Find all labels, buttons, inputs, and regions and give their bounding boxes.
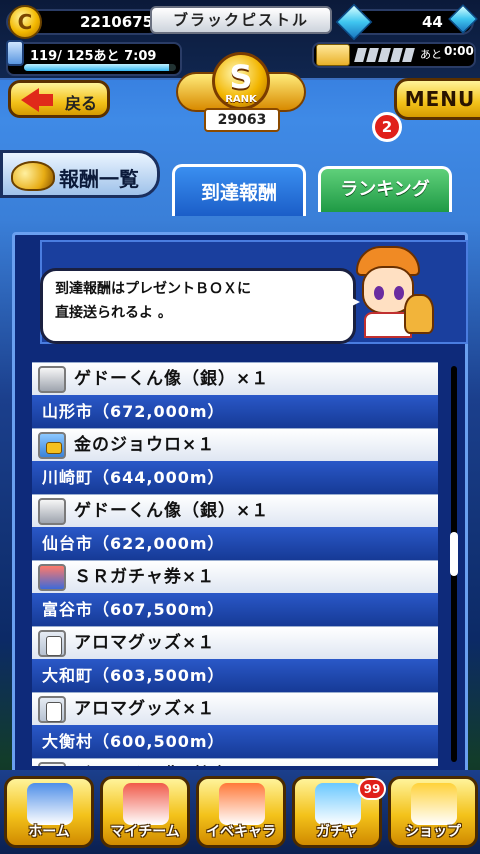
nav-label: ガチャ [316, 824, 358, 840]
shop-icon [411, 783, 457, 825]
back-label: 戻る [65, 94, 98, 113]
aroma-icon [38, 696, 66, 723]
stamina-fill [24, 64, 169, 71]
nav-button-2[interactable]: イベキャラ [196, 776, 286, 848]
stamina-bar [24, 64, 176, 71]
guide-character-avatar [352, 244, 434, 340]
milestone-header: 川崎町（644,000m） [32, 461, 438, 494]
ticket-icon [38, 564, 66, 591]
eye-icon [374, 286, 384, 300]
event-character-icon [219, 783, 265, 825]
gacha-count-badge: 99 [358, 778, 386, 800]
watering-icon [38, 432, 66, 459]
ticket-gauge-segment [390, 48, 403, 62]
aroma-icon [38, 630, 66, 657]
nav-button-1[interactable]: マイチーム [100, 776, 190, 848]
reward-label: ゲドーくん像（銀）×１ [74, 765, 269, 766]
message-line-2: 直接送られるよ 。 [55, 305, 172, 321]
nav-button-4[interactable]: ショップ [388, 776, 478, 848]
eye-icon [394, 286, 404, 300]
ticket-gauge-segment [402, 48, 415, 62]
home-book-icon [27, 783, 73, 825]
milestone-header: 仙台市（622,000m） [32, 527, 438, 560]
reward-item-row: 金のジョウロ×１ [32, 428, 438, 461]
ticket-label: あと [420, 48, 442, 61]
statue-icon [38, 366, 66, 393]
coin-value: 2210675 [80, 13, 154, 31]
reward-item-row: アロマグッズ×１ [32, 626, 438, 659]
reward-list-button[interactable]: 報酬一覧 [0, 150, 160, 198]
reward-label: ＳＲガチャ券×１ [74, 567, 216, 587]
reward-label: ゲドーくん像（銀）×１ [74, 501, 270, 521]
statue-icon [38, 498, 66, 525]
scrollbar-thumb[interactable] [450, 532, 458, 576]
dog-icon [404, 294, 434, 334]
milestone-header: 富谷市（607,500m） [32, 593, 438, 626]
stamina-text: 119/ 125あと 7:09 [30, 49, 157, 64]
list-fade [32, 346, 438, 362]
milestone-header: 山形市（672,000m） [32, 395, 438, 428]
tab-ranking[interactable]: ランキング [318, 166, 452, 212]
nav-label: ショップ [405, 824, 461, 840]
reward-item-row: ゲドーくん像（銀）×１ [32, 494, 438, 527]
coin-stack-icon [11, 161, 55, 191]
reward-label: ゲドーくん像（銀）×１ [74, 369, 270, 389]
milestone-header: 大衡村（600,500m） [32, 725, 438, 758]
nav-button-0[interactable]: ホーム [4, 776, 94, 848]
ticket-gauge-segment [378, 48, 391, 62]
menu-button[interactable]: MENU [394, 78, 480, 120]
nav-label: ホーム [28, 824, 70, 840]
nav-label: イベキャラ [206, 824, 276, 840]
back-button[interactable]: 戻る [8, 80, 110, 118]
player-name: ブラックピストル [150, 6, 332, 34]
gacha-capsule-icon [315, 783, 361, 825]
tab-reach-rewards[interactable]: 到達報酬 [172, 164, 306, 216]
reward-item-row: ゲドーくん像（銀）×１ [32, 758, 438, 766]
reward-item-row: アロマグッズ×１ [32, 692, 438, 725]
statue-icon [38, 762, 66, 766]
ticket-gauge-segment [366, 48, 379, 62]
back-arrow-tail [37, 94, 53, 106]
speech-bubble: 到達報酬はプレゼントＢＯＸに 直接送られるよ 。 [40, 268, 356, 344]
reward-item-row: ゲドーくん像（銀）×１ [32, 362, 438, 395]
team-icon [123, 783, 169, 825]
milestone-label: 大和町（603,500m） [42, 666, 225, 685]
reward-label: 金のジョウロ×１ [74, 435, 216, 455]
ticket-icon [316, 44, 350, 66]
stamina-bottle-icon [6, 40, 24, 66]
milestone-header: 大和町（603,500m） [32, 659, 438, 692]
reward-list-label: 報酬一覧 [59, 167, 139, 191]
gem-value: 44 [422, 13, 443, 31]
milestone-label: 川崎町（644,000m） [42, 468, 225, 487]
reward-label: アロマグッズ×１ [74, 633, 216, 653]
menu-notification-badge: 2 [372, 112, 402, 142]
rank-score: 29063 [204, 108, 280, 132]
milestone-label: 仙台市（622,000m） [42, 534, 225, 553]
reward-item-row: ＳＲガチャ券×１ [32, 560, 438, 593]
nav-label: マイチーム [110, 824, 180, 840]
message-line-1: 到達報酬はプレゼントＢＯＸに [55, 281, 251, 297]
rank-word: RANK [225, 94, 257, 105]
coin-icon: C [8, 5, 42, 39]
ticket-gauge [354, 48, 415, 62]
milestone-label: 富谷市（607,500m） [42, 600, 225, 619]
milestone-label: 山形市（672,000m） [42, 402, 225, 421]
milestone-label: 大衡村（600,500m） [42, 732, 225, 751]
reward-label: アロマグッズ×１ [74, 699, 216, 719]
ticket-gauge-segment [354, 48, 367, 62]
rank-emblem[interactable]: S RANK 29063 [172, 46, 310, 132]
ticket-time: 0:00 [444, 44, 474, 58]
reward-list[interactable]: ゲドーくん像（銀）×１ 山形市（672,000m） 金のジョウロ×１ 川崎町（644,… [32, 346, 438, 766]
